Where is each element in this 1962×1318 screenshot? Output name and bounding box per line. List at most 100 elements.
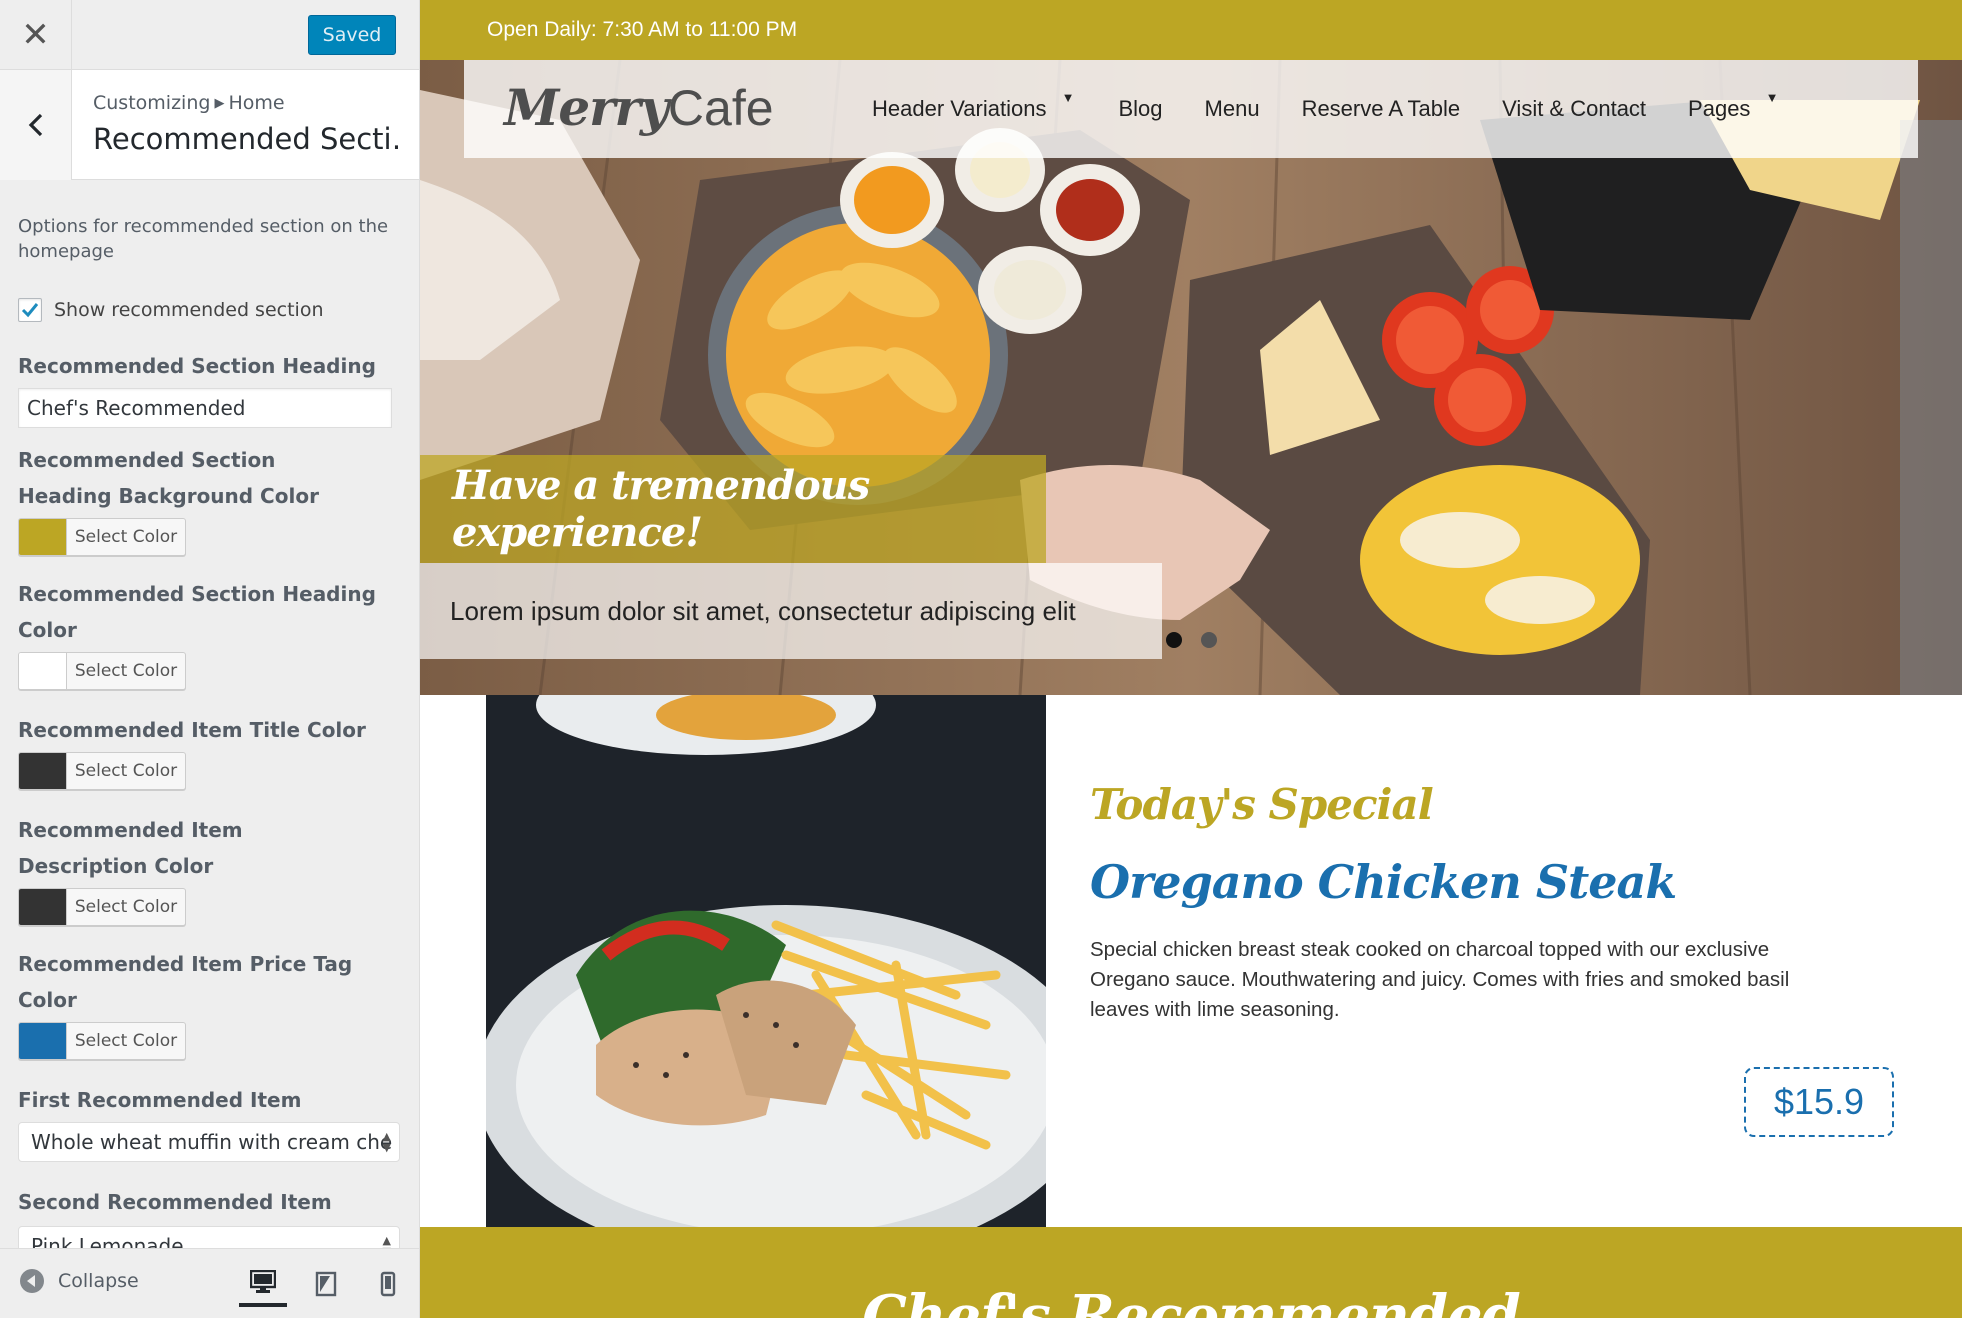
desktop-icon [250,1270,276,1293]
slide-subtitle-box: Lorem ipsum dolor sit amet, consectetur … [420,563,1162,659]
nav-label: Reserve A Table [1301,96,1461,121]
breadcrumb: Customizing ▶ Home [93,92,285,114]
recommended-heading: Chef's Recommended [862,1283,1521,1318]
heading-input-value: Chef's Recommended [27,396,246,420]
nav-label: Header Variations [872,96,1047,121]
tablet-icon [315,1271,337,1297]
customizer-footer: Collapse [0,1248,419,1318]
preview-mobile-button[interactable] [364,1261,412,1307]
todays-special-section: Today's Special Oregano Chicken Steak Sp… [420,695,1962,1227]
recommended-heading-strip: Chef's Recommended [420,1227,1962,1318]
breadcrumb-separator-icon: ▶ [214,96,225,111]
nav-label: Visit & Contact [1502,96,1647,121]
back-button[interactable] [0,70,72,180]
second-item-label: Second Recommended Item [18,1190,332,1214]
nav-reserve-a-table[interactable]: Reserve A Table [1302,96,1461,122]
collapse-label: Collapse [58,1270,139,1292]
first-item-value: Whole wheat muffin with cream che [31,1130,393,1154]
select-color-label: Select Color [74,527,178,547]
first-item-select[interactable]: Whole wheat muffin with cream che ▲ ▼ [18,1122,400,1162]
select-color-label: Select Color [74,897,178,917]
heading-control: Recommended Section Heading Chef's Recom… [18,348,402,428]
nav-label: Pages [1688,96,1751,121]
price-tag-color-control: Recommended Item Price Tag Color Select … [18,946,402,1060]
close-customizer-button[interactable]: ✕ [0,0,72,70]
nav-header-variations[interactable]: Header Variations ▼ [872,90,1074,122]
nav-blog[interactable]: Blog [1118,96,1162,122]
section-title: Recommended Secti… [93,122,398,156]
nav-visit-contact[interactable]: Visit & Contact [1502,96,1646,122]
second-item-control: Second Recommended Item Pink Lemonade ▲▼ [18,1184,402,1248]
item-desc-color-picker[interactable]: Select Color [18,888,186,926]
logo-cafe: Cafe [667,80,774,136]
heading-input[interactable]: Chef's Recommended [18,388,392,428]
heading-bg-color-picker[interactable]: Select Color [18,518,186,556]
color-swatch [19,653,67,689]
price-tag: $15.9 [1744,1067,1894,1137]
saved-button[interactable]: Saved [308,15,396,55]
slide-subtitle: Lorem ipsum dolor sit amet, consectetur … [450,595,1076,626]
heading-color-control: Recommended Section Heading Color Select… [18,576,402,690]
show-section-control[interactable]: Show recommended section [18,298,402,322]
breadcrumb-current: Home [228,92,285,114]
preview-tablet-button[interactable] [302,1261,350,1307]
preview-desktop-button[interactable] [239,1261,287,1307]
price-tag-color-picker[interactable]: Select Color [18,1022,186,1060]
item-desc-color-control: Recommended Item Description Color Selec… [18,812,402,926]
show-section-checkbox[interactable] [18,298,42,322]
select-color-label: Select Color [74,1031,178,1051]
site-preview: Open Daily: 7:30 AM to 11:00 PM Have a t… [420,0,1962,1318]
item-desc-color-label: Recommended Item Description Color [18,818,243,878]
special-dish-description: Special chicken breast steak cooked on c… [1090,938,1790,1021]
color-swatch [19,519,67,555]
color-swatch [19,1023,67,1059]
nav-menu[interactable]: Menu [1205,96,1260,122]
customizer-sidebar: ✕ Saved Customizing ▶ Home Recommended Sec… [0,0,420,1318]
customizer-top-bar: ✕ Saved [0,0,419,70]
special-kicker: Today's Special [1090,780,1434,829]
main-menu: Header Variations ▼ Blog Menu Reserve A … [872,60,1822,158]
chevron-left-icon [28,113,42,137]
caret-down-icon: ▼ [1061,90,1075,105]
heading-bg-color-control: Recommended Section Heading Background C… [18,442,402,556]
item-title-color-picker[interactable]: Select Color [18,752,186,790]
item-title-color-control: Recommended Item Title Color Select Colo… [18,712,402,790]
mobile-icon [380,1271,396,1297]
second-item-value: Pink Lemonade [31,1234,184,1248]
first-item-label: First Recommended Item [18,1088,302,1112]
color-swatch [19,753,67,789]
slide-title-box: Have a tremendous experience! [420,455,1046,563]
color-swatch [19,889,67,925]
special-dish-name: Oregano Chicken Steak [1090,855,1677,909]
caret-down-icon: ▼ [1765,90,1779,105]
checkmark-icon [21,303,39,318]
heading-bg-color-label: Recommended Section Heading Background C… [18,448,319,508]
section-controls[interactable]: Options for recommended section on the h… [0,180,419,1248]
heading-color-picker[interactable]: Select Color [18,652,186,690]
heading-color-label: Recommended Section Heading Color [18,582,376,642]
heading-label: Recommended Section Heading [18,354,376,378]
nav-pages[interactable]: Pages ▼ [1688,90,1778,122]
select-color-label: Select Color [74,661,178,681]
select-arrows-icon: ▲▼ [382,1234,391,1248]
section-header: Customizing ▶ Home Recommended Secti… [0,70,419,180]
nav-label: Menu [1204,96,1260,121]
slider-dot-2[interactable] [1201,632,1217,648]
logo-merry: Merry [504,78,669,137]
breadcrumb-root: Customizing [93,92,211,114]
site-logo[interactable]: MerryCafe [504,78,774,137]
slider-dot-1[interactable] [1166,632,1182,648]
item-title-color-label: Recommended Item Title Color [18,718,366,742]
select-arrows-icon: ▲▼ [382,1130,391,1154]
special-dish-photo [486,695,1046,1227]
dish-photo-illustration [486,695,1046,1227]
main-navbar: MerryCafe Header Variations ▼ Blog Menu … [464,60,1918,158]
collapse-button[interactable]: Collapse [20,1269,139,1293]
top-info-bar: Open Daily: 7:30 AM to 11:00 PM [420,0,1962,60]
nav-label: Blog [1118,96,1163,121]
price-tag-color-label: Recommended Item Price Tag Color [18,952,353,1012]
collapse-icon [20,1269,44,1293]
second-item-select[interactable]: Pink Lemonade ▲▼ [18,1226,400,1248]
close-icon: ✕ [21,16,50,54]
first-item-control: First Recommended Item Whole wheat muffi… [18,1082,402,1162]
